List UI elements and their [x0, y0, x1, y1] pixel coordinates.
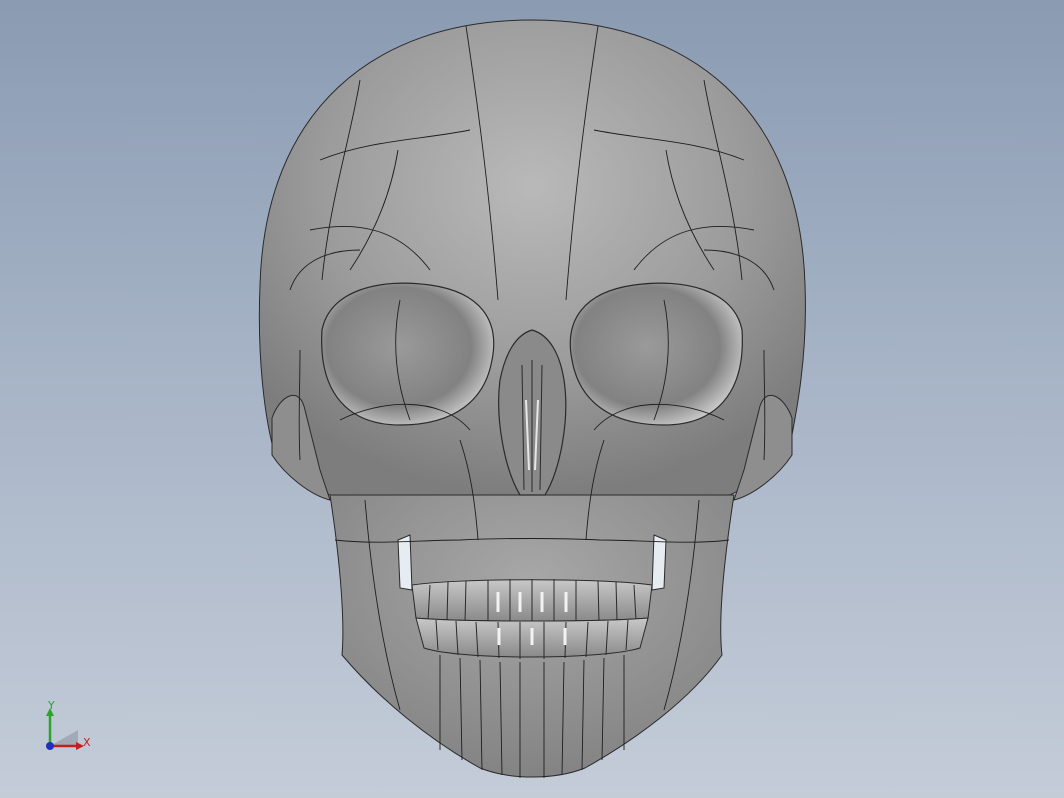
coordinate-triad: Y X [40, 700, 100, 756]
jaw-gap-left [397, 534, 413, 591]
eye-socket-left [321, 282, 495, 426]
jaw-gap-right [651, 534, 667, 591]
lower-teeth [415, 617, 649, 659]
x-axis-label: X [83, 736, 91, 749]
eye-socket-right [569, 282, 743, 426]
graphics-viewport[interactable]: Y X [0, 0, 1064, 798]
upper-teeth [411, 579, 653, 623]
y-axis-label: Y [48, 699, 55, 712]
skull-model[interactable] [0, 0, 1064, 798]
